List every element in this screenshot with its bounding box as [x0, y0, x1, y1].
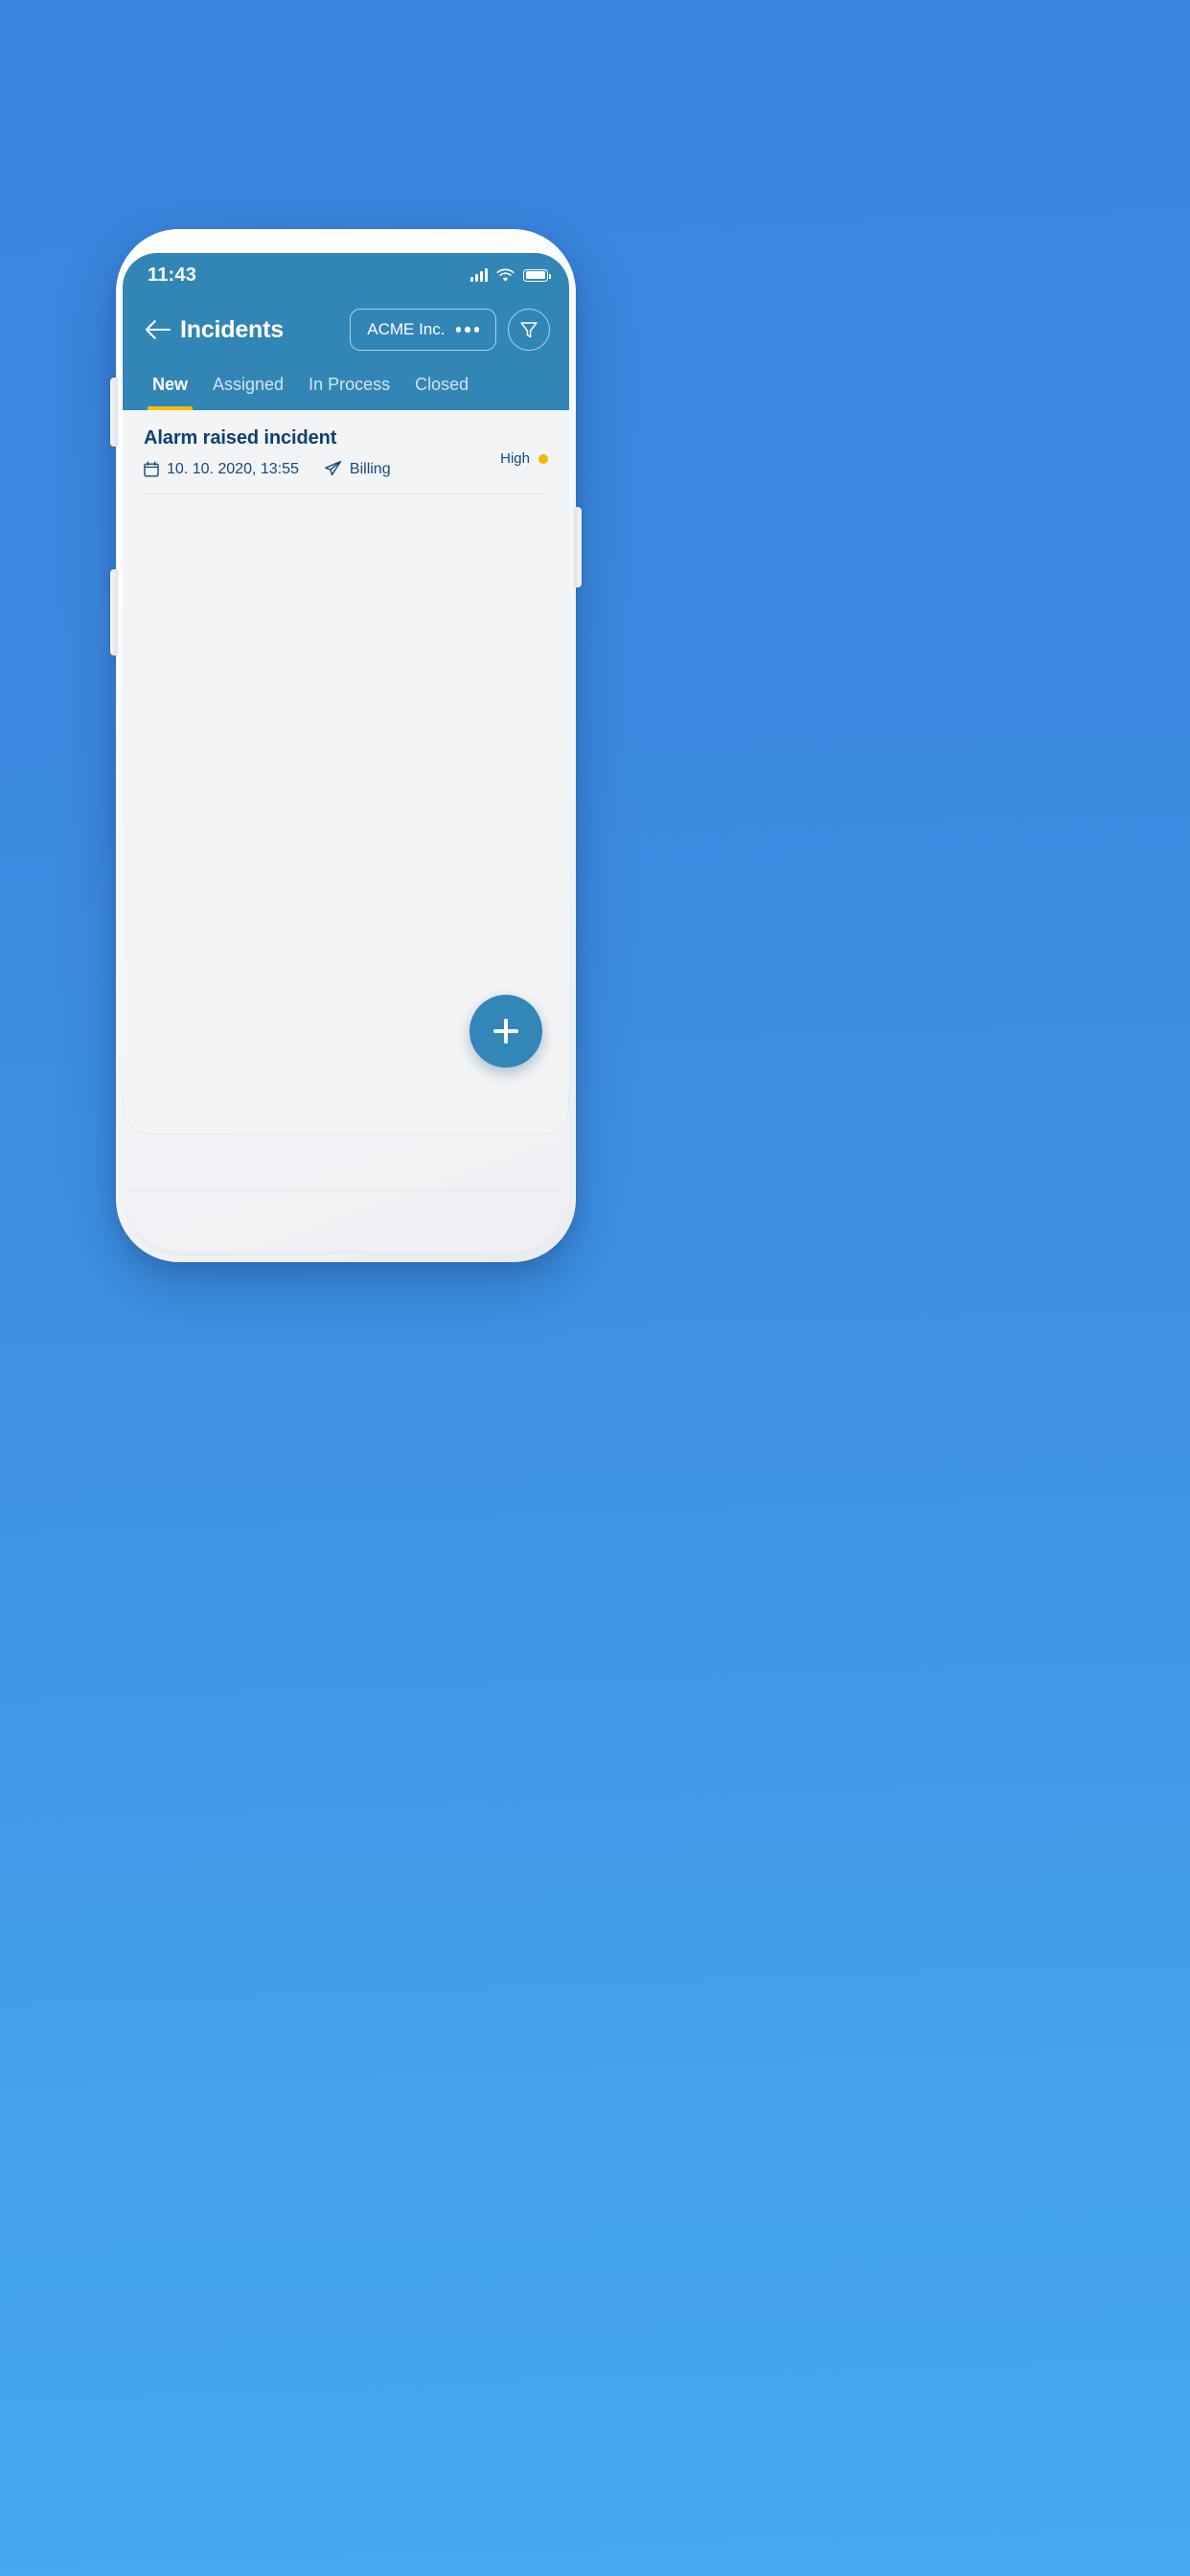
account-selector-button[interactable]: ACME Inc. — [350, 309, 496, 351]
arrow-left-icon — [146, 320, 171, 339]
incident-list: Alarm raised incident 10. 10. 2020, 13:5… — [123, 410, 569, 1092]
signal-bars-icon — [470, 268, 488, 282]
incident-content: Alarm raised incident 10. 10. 2020, 13:5… — [144, 427, 500, 478]
add-incident-fab[interactable] — [469, 995, 542, 1068]
tab-closed[interactable]: Closed — [402, 375, 481, 410]
priority-badge: High — [500, 450, 548, 467]
incident-title: Alarm raised incident — [144, 427, 337, 448]
calendar-icon — [144, 461, 159, 477]
incident-meta: 10. 10. 2020, 13:55 Billing — [144, 460, 500, 478]
power-button[interactable] — [574, 507, 582, 587]
account-name-label: ACME Inc. — [367, 320, 446, 338]
phone-screen: 11:43 Incidents ACME Inc. New Assigned I… — [123, 253, 569, 1135]
incident-date: 10. 10. 2020, 13:55 — [144, 461, 299, 478]
status-bar-time: 11:43 — [148, 264, 197, 286]
send-paper-plane-icon — [324, 460, 342, 478]
battery-full-icon — [523, 268, 551, 282]
filter-button[interactable] — [508, 309, 550, 351]
incident-category-text: Billing — [349, 460, 391, 477]
funnel-filter-icon — [519, 320, 538, 340]
back-button[interactable] — [142, 313, 174, 346]
incident-category: Billing — [324, 460, 391, 478]
tab-assigned[interactable]: Assigned — [200, 375, 296, 410]
status-bar-indicators — [470, 268, 551, 283]
status-bar: 11:43 — [123, 253, 569, 297]
charging-port — [326, 1252, 366, 1256]
tab-in-process[interactable]: In Process — [296, 375, 402, 410]
incident-date-text: 10. 10. 2020, 13:55 — [167, 460, 299, 477]
priority-label: High — [500, 450, 530, 467]
volume-down-button[interactable] — [110, 569, 118, 656]
status-tabs: New Assigned In Process Closed — [123, 351, 569, 410]
wifi-icon — [496, 268, 515, 283]
incident-list-item[interactable]: Alarm raised incident 10. 10. 2020, 13:5… — [123, 410, 569, 494]
device-seam — [129, 1190, 562, 1191]
plus-icon-vertical — [504, 1019, 508, 1044]
volume-up-button[interactable] — [110, 378, 118, 447]
app-bar-actions: ACME Inc. — [350, 309, 550, 351]
page-title: Incidents — [180, 315, 284, 343]
more-horizontal-icon[interactable] — [455, 327, 479, 333]
priority-dot-icon — [538, 453, 548, 464]
phone-device-frame: 11:43 Incidents ACME Inc. New Assigned I… — [110, 229, 582, 1262]
app-bar: Incidents ACME Inc. — [123, 297, 569, 351]
tab-new[interactable]: New — [140, 375, 200, 410]
